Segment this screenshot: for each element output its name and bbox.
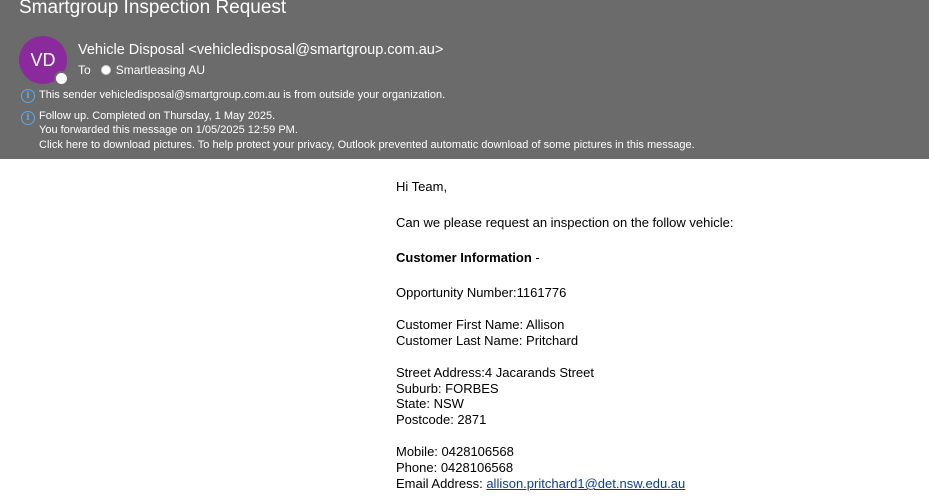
greeting: Hi Team, — [396, 179, 448, 194]
email-header: Smartgroup Inspection Request VD Vehicle… — [0, 0, 929, 159]
recipient-row: To Smartleasing AU — [78, 63, 205, 77]
mobile-number: Mobile: 0428106568 — [396, 444, 514, 459]
email-address-link[interactable]: allison.pritchard1@det.nsw.edu.au — [486, 476, 685, 491]
section-suffix: - — [531, 250, 540, 265]
customer-first-name: Customer First Name: Allison — [396, 317, 565, 332]
email-address-label: Email Address: — [396, 476, 487, 491]
email-address-row: Email Address: allison.pritchard1@det.ns… — [396, 476, 685, 491]
postcode: Postcode: 2871 — [396, 412, 487, 427]
download-pictures-link[interactable]: Click here to download pictures. To help… — [39, 139, 695, 151]
opportunity-number: Opportunity Number:1161776 — [396, 285, 567, 300]
to-label: To — [78, 63, 91, 77]
info-icon: i — [21, 111, 35, 125]
followup-status: Follow up. Completed on Thursday, 1 May … — [39, 110, 276, 122]
state: State: NSW — [396, 396, 464, 411]
sender-name[interactable]: Vehicle Disposal <vehicledisposal@smartg… — [78, 42, 443, 58]
external-sender-notice: This sender vehicledisposal@smartgroup.c… — [39, 89, 446, 101]
recipient-name[interactable]: Smartleasing AU — [116, 63, 205, 77]
section-heading: Customer Information - — [396, 250, 540, 265]
phone-number: Phone: 0428106568 — [396, 460, 514, 475]
status-dot-icon — [100, 65, 111, 75]
avatar-initials: VD — [30, 49, 56, 70]
section-title: Customer Information — [396, 250, 532, 265]
forwarded-notice: You forwarded this message on 1/05/2025 … — [39, 124, 298, 136]
street-address: Street Address:4 Jacarands Street — [396, 365, 594, 380]
presence-icon — [54, 71, 69, 86]
customer-last-name: Customer Last Name: Pritchard — [396, 333, 579, 348]
request-text: Can we please request an inspection on t… — [396, 215, 734, 230]
info-icon: i — [21, 89, 35, 103]
suburb: Suburb: FORBES — [396, 381, 499, 396]
email-subject: Smartgroup Inspection Request — [19, 0, 287, 18]
